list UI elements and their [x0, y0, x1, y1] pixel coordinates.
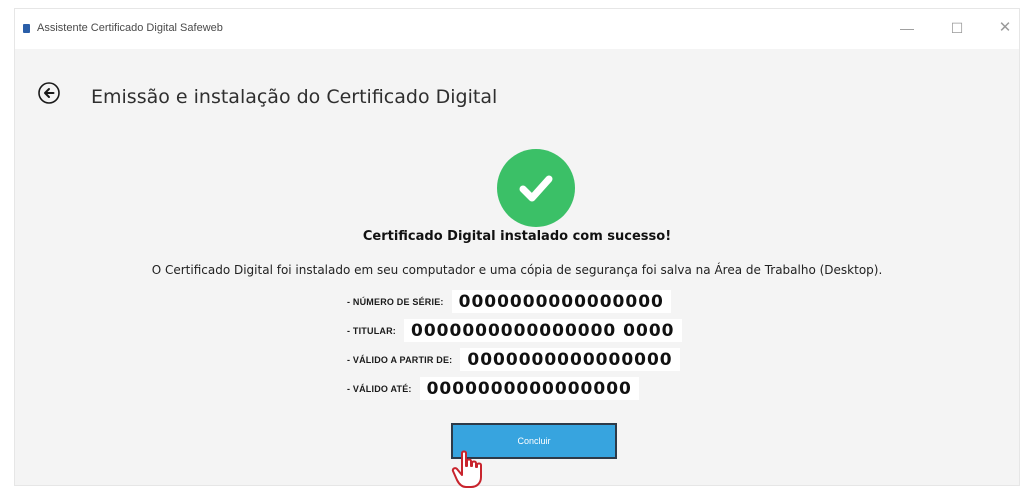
- close-button[interactable]: ✕: [991, 17, 1019, 39]
- maximize-button[interactable]: ☐: [943, 17, 971, 39]
- success-description: O Certificado Digital foi instalado em s…: [151, 263, 883, 277]
- detail-value: 0000000000000000: [419, 377, 639, 400]
- installer-window: Assistente Certificado Digital Safeweb —…: [14, 8, 1020, 488]
- detail-row-valid-from: - VÁLIDO A PARTIR DE: 0000000000000000: [347, 348, 680, 371]
- detail-row-valid-until: - VÁLIDO ATÉ: 0000000000000000: [347, 377, 639, 400]
- arrow-left-icon: [38, 82, 60, 104]
- title-bar: Assistente Certificado Digital Safeweb —…: [15, 9, 1019, 49]
- success-title: Certificado Digital instalado com sucess…: [362, 229, 672, 244]
- hand-cursor-icon: [451, 450, 482, 488]
- window-title: Assistente Certificado Digital Safeweb: [37, 22, 223, 34]
- detail-value: 0000000000000000: [451, 290, 671, 313]
- detail-value: 0000000000000000 0000: [404, 319, 682, 342]
- detail-label: - NÚMERO DE SÉRIE:: [347, 296, 444, 307]
- minimize-button[interactable]: —: [893, 17, 921, 39]
- detail-row-holder: - TITULAR: 0000000000000000 0000: [347, 319, 682, 342]
- page-title: Emissão e instalação do Certificado Digi…: [91, 86, 498, 108]
- detail-label: - VÁLIDO ATÉ:: [347, 383, 412, 394]
- detail-label: - TITULAR:: [347, 325, 396, 336]
- detail-value: 0000000000000000: [460, 348, 680, 371]
- app-icon: [23, 24, 30, 33]
- detail-label: - VÁLIDO A PARTIR DE:: [347, 354, 453, 365]
- detail-row-serial: - NÚMERO DE SÉRIE: 0000000000000000: [347, 290, 671, 313]
- check-circle-icon: [497, 149, 575, 227]
- back-button[interactable]: [35, 79, 63, 107]
